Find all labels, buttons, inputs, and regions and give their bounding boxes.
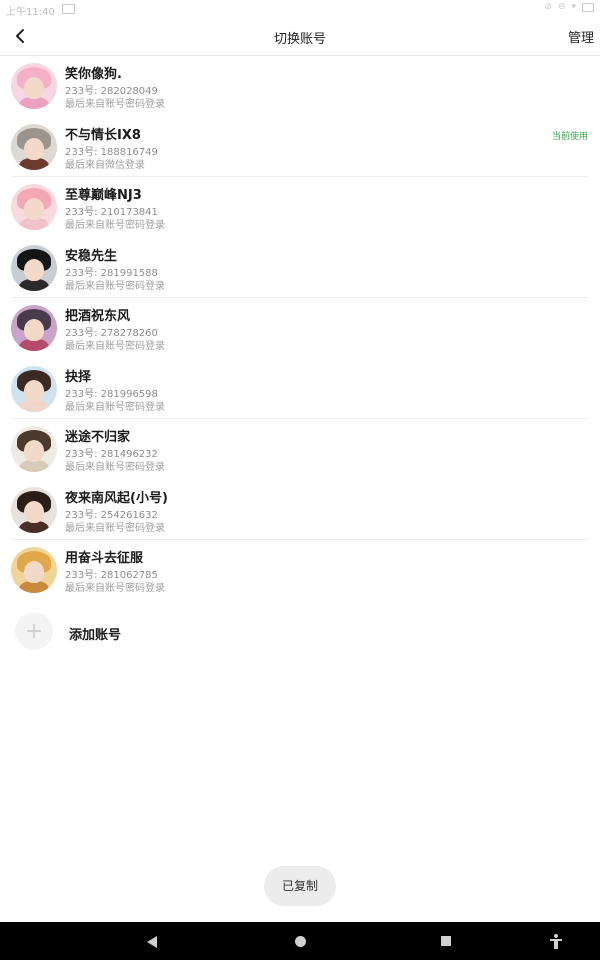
account-name: 迷途不归家 bbox=[65, 430, 131, 445]
title-bar: 切换账号 管理 bbox=[0, 18, 600, 56]
status-time: 上午11:40 bbox=[6, 7, 55, 18]
avatar bbox=[11, 486, 57, 533]
mute-icon: ⊘ bbox=[544, 2, 552, 12]
avatar-face bbox=[24, 77, 44, 99]
plus-icon: + bbox=[15, 612, 53, 650]
account-name: 夜来南风起(小号) bbox=[65, 490, 168, 506]
account-login-method: 最后来自账号密码登录 bbox=[65, 462, 165, 473]
account-login-method: 最后来自账号密码登录 bbox=[65, 341, 165, 352]
account-row[interactable]: 迷途不归家 233号: 281496232 最后来自账号密码登录 bbox=[0, 419, 600, 480]
account-login-method: 最后来自账号密码登录 bbox=[65, 280, 165, 292]
avatar-face bbox=[24, 258, 44, 281]
account-row[interactable]: 夜来南风起(小号) 233号: 254261632 最后来自账号密码登录 bbox=[0, 480, 600, 541]
system-nav-bar bbox=[0, 922, 600, 960]
account-login-method: 最后来自账号密码登录 bbox=[65, 99, 165, 110]
account-name: 抉择 bbox=[65, 369, 92, 385]
account-name: 不与情长IX8 bbox=[65, 127, 141, 143]
account-name: 把酒祝东风 bbox=[65, 309, 131, 324]
account-list: 笑你像狗. 233号: 282028049 最后来自账号密码登录 不与情长IX8 233… bbox=[0, 56, 600, 601]
account-name: 用奋斗去征服 bbox=[65, 551, 144, 566]
account-row[interactable]: 不与情长IX8 233号: 188816749 最后来自微信登录 当前使用 bbox=[0, 117, 600, 178]
dnd-icon: ⊖ bbox=[557, 2, 566, 12]
account-row[interactable]: 安稳先生 233号: 281991588 最后来自账号密码登录 bbox=[0, 238, 600, 299]
account-login-method: 最后来自微信登录 bbox=[65, 159, 145, 171]
accessibility-icon-legs bbox=[554, 941, 558, 949]
avatar-face bbox=[24, 440, 44, 462]
account-row[interactable]: 抉择 233号: 281996598 最后来自账号密码登录 bbox=[0, 359, 600, 420]
add-account-label: 添加账号 bbox=[69, 628, 122, 643]
status-bar: 上午11:40 ⊘ ⊖ ▾ bbox=[0, 0, 600, 18]
account-name: 至尊巅峰NJ3 bbox=[65, 188, 142, 203]
mail-notification-icon bbox=[62, 4, 75, 14]
account-login-method: 最后来自账号密码登录 bbox=[65, 583, 165, 594]
avatar-face bbox=[24, 319, 44, 341]
current-account-badge: 当前使用 bbox=[551, 131, 588, 142]
avatar bbox=[11, 305, 57, 351]
account-row[interactable]: 笑你像狗. 233号: 282028049 最后来自账号密码登录 bbox=[0, 56, 600, 117]
copied-toast: 已复制 bbox=[264, 866, 336, 906]
account-login-method: 最后来自账号密码登录 bbox=[65, 401, 165, 413]
page-title: 切换账号 bbox=[273, 32, 326, 47]
account-row[interactable]: 用奋斗去征服 233号: 281062785 最后来自账号密码登录 bbox=[0, 540, 600, 601]
manage-button[interactable]: 管理 bbox=[568, 27, 594, 46]
accessibility-icon bbox=[554, 934, 558, 938]
account-name: 笑你像狗. bbox=[65, 67, 122, 82]
avatar bbox=[11, 123, 57, 170]
wifi-icon: ▾ bbox=[571, 2, 576, 12]
nav-recent-apps-button[interactable] bbox=[426, 922, 466, 960]
account-name: 安稳先生 bbox=[65, 248, 118, 264]
avatar bbox=[11, 547, 57, 593]
account-login-method: 最后来自账号密码登录 bbox=[65, 220, 165, 231]
avatar-face bbox=[24, 561, 44, 583]
avatar bbox=[11, 244, 57, 291]
status-icons: ⊘ ⊖ ▾ bbox=[544, 2, 594, 12]
avatar bbox=[11, 365, 57, 412]
accessibility-button[interactable] bbox=[537, 922, 577, 960]
avatar bbox=[11, 184, 57, 230]
nav-home-button[interactable] bbox=[280, 922, 320, 960]
account-row[interactable]: 至尊巅峰NJ3 233号: 210173841 最后来自账号密码登录 bbox=[0, 177, 600, 238]
battery-icon bbox=[582, 2, 594, 12]
avatar-face bbox=[24, 500, 44, 523]
avatar-face bbox=[24, 379, 44, 402]
account-row[interactable]: 把酒祝东风 233号: 278278260 最后来自账号密码登录 bbox=[0, 298, 600, 359]
avatar bbox=[11, 426, 57, 472]
account-login-method: 最后来自账号密码登录 bbox=[65, 522, 165, 534]
nav-back-button[interactable] bbox=[133, 922, 173, 960]
avatar bbox=[11, 63, 57, 109]
add-account-button[interactable]: + 添加账号 bbox=[0, 608, 600, 654]
avatar-face bbox=[24, 137, 44, 160]
avatar-face bbox=[24, 198, 44, 220]
